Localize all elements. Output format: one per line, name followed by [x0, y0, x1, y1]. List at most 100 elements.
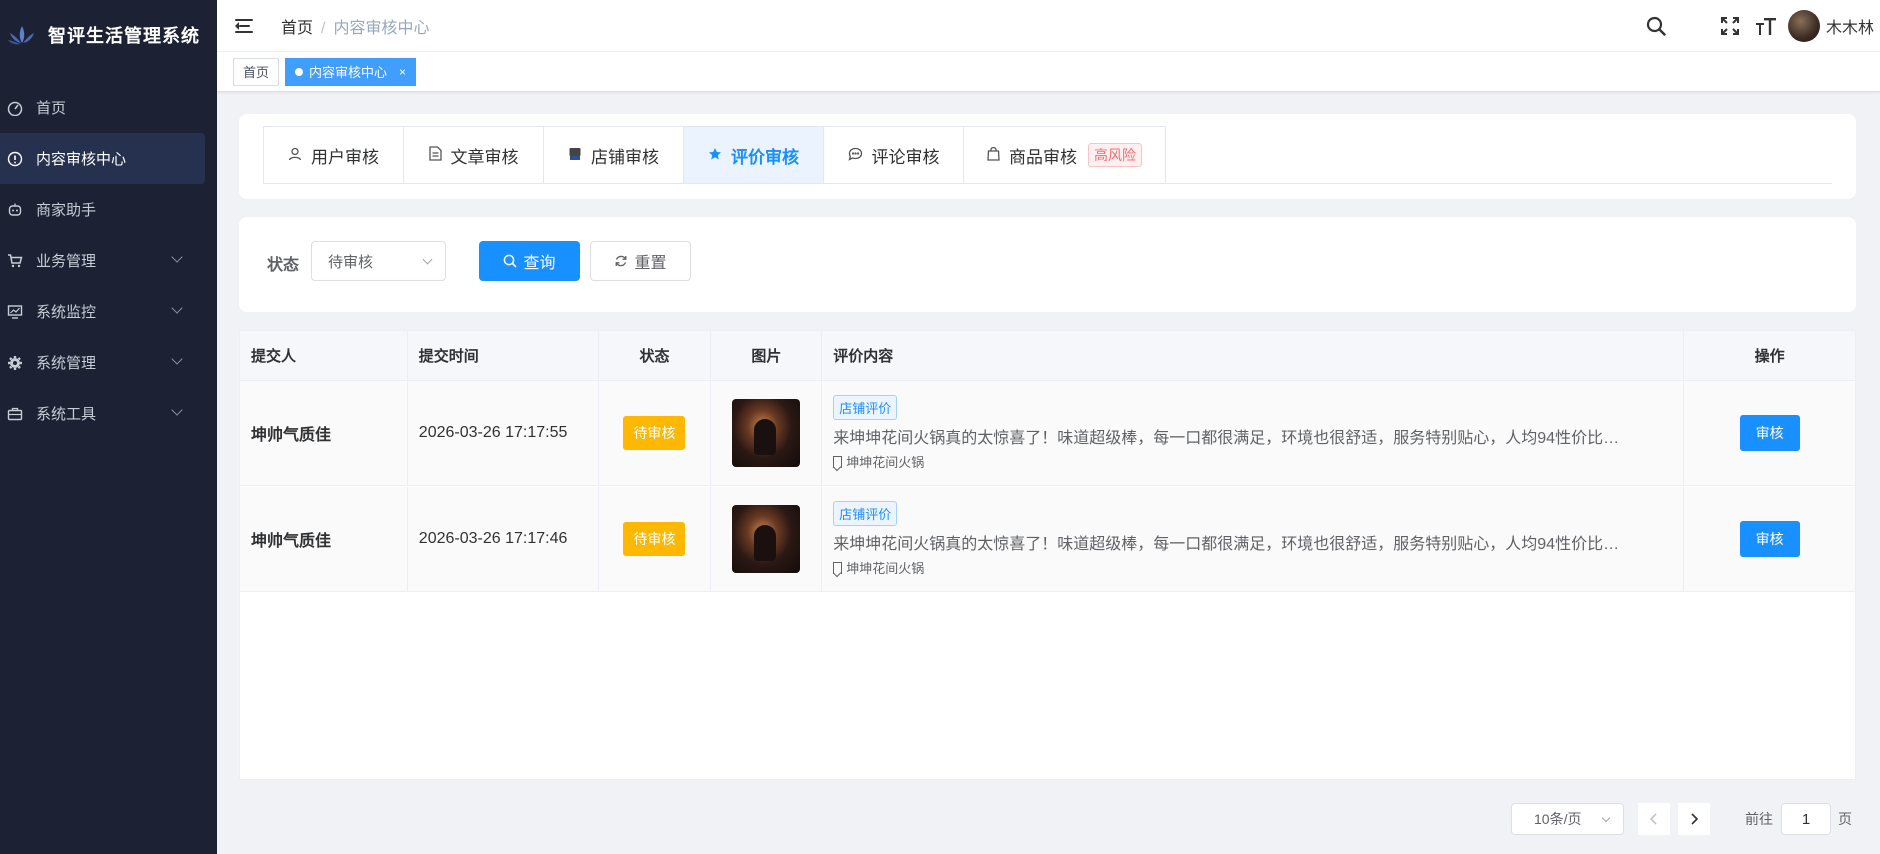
page-size-value: 10条/页: [1534, 811, 1582, 827]
chevron-down-icon: [171, 404, 183, 416]
sidebar-item-label: 系统监控: [36, 304, 97, 321]
review-button[interactable]: 审核: [1739, 415, 1800, 451]
sidebar-item-tools[interactable]: 系统工具: [0, 388, 217, 439]
font-size-icon[interactable]: [1754, 14, 1778, 38]
content-type-tag: 店铺评价: [833, 395, 898, 420]
tab-comment-review[interactable]: 评论审核: [824, 127, 964, 183]
table-row: 坤帅气质佳 2026-03-26 17:17:46 待审核 店铺评价 来坤坤花间…: [240, 487, 1855, 592]
chevron-down-icon: [171, 302, 183, 314]
search-icon: [504, 254, 518, 268]
sidebar-item-label: 首页: [36, 100, 67, 117]
filter-card: 状态 待审核 查询 重置: [239, 217, 1856, 312]
reset-button-label: 重置: [634, 255, 667, 272]
bag-icon: [987, 146, 1000, 164]
query-button[interactable]: 查询: [479, 241, 580, 281]
chevron-left-icon: [1649, 813, 1657, 825]
status-select[interactable]: 待审核: [311, 241, 446, 281]
status-filter-label: 状态: [267, 257, 300, 274]
review-photo-thumbnail[interactable]: [732, 399, 801, 467]
sidebar-item-label: 内容审核中心: [36, 151, 127, 168]
tab-product-review[interactable]: 商品审核 高风险: [964, 127, 1165, 183]
tag-home[interactable]: 首页: [233, 57, 280, 86]
tags-view: 首页 内容审核中心 ×: [217, 52, 1880, 92]
status-badge: 待审核: [623, 522, 686, 556]
table-row: 坤帅气质佳 2026-03-26 17:17:55 待审核 店铺评价 来坤坤花间…: [240, 381, 1855, 486]
page-size-select[interactable]: 10条/页: [1511, 803, 1624, 835]
action-cell: 审核: [1684, 381, 1855, 485]
sidebar-item-label: 业务管理: [36, 253, 97, 270]
top-navbar: 首页 / 内容审核中心 木木林: [217, 0, 1880, 52]
prev-page-button[interactable]: [1638, 803, 1670, 835]
shop-link: 坤坤花间火锅: [833, 558, 924, 577]
sidebar-item-business[interactable]: 业务管理: [0, 235, 217, 286]
sidebar-item-system[interactable]: 系统管理: [0, 337, 217, 388]
review-table: 提交人 提交时间 状态 图片 评价内容 操作 坤帅气质佳 2026-03-26 …: [239, 330, 1856, 780]
username[interactable]: 木木林: [1826, 14, 1874, 38]
content-cell: 店铺评价 来坤坤花间火锅真的太惊喜了！味道超级棒，每一口都很满足，环境也很舒适，…: [822, 381, 1685, 485]
action-cell: 审核: [1684, 487, 1855, 591]
avatar[interactable]: [1787, 10, 1820, 42]
bookmark-icon: [833, 561, 843, 574]
sidebar-item-content-review[interactable]: 内容审核中心: [0, 133, 205, 184]
sidebar-item-monitor[interactable]: 系统监控: [0, 286, 217, 337]
close-icon[interactable]: ×: [399, 65, 406, 79]
goto-suffix: 页: [1838, 811, 1852, 827]
tab-user-review[interactable]: 用户审核: [264, 127, 404, 183]
user-icon: [288, 147, 302, 164]
menu-fold-icon[interactable]: [235, 18, 255, 34]
submitter-cell: 坤帅气质佳: [240, 487, 408, 591]
chat-icon: [847, 147, 863, 164]
column-header: 提交时间: [408, 331, 599, 380]
main-area: 首页 / 内容审核中心 木木林 首页 内容审核中心 × 用户审核 文章审核 店铺…: [217, 0, 1880, 854]
app-title: 智评生活管理系统: [48, 26, 200, 46]
lotus-logo-icon: [8, 26, 34, 45]
status-cell: 待审核: [599, 381, 712, 485]
sidebar-item-home[interactable]: 首页: [0, 82, 217, 133]
submitter-cell: 坤帅气质佳: [240, 381, 408, 485]
column-header: 评价内容: [822, 331, 1685, 380]
tab-label: 文章审核: [450, 147, 519, 167]
bookmark-icon: [833, 455, 843, 468]
next-page-button[interactable]: [1678, 803, 1710, 835]
cart-icon: [4, 253, 26, 269]
logo[interactable]: 智评生活管理系统: [0, 0, 217, 70]
refresh-icon: [616, 255, 627, 267]
active-dot-icon: [295, 67, 304, 76]
breadcrumb: 首页 / 内容审核中心: [281, 14, 429, 38]
reset-button[interactable]: 重置: [590, 241, 691, 281]
time-cell: 2026-03-26 17:17:46: [408, 487, 599, 591]
tab-shop-review[interactable]: 店铺审核: [544, 127, 684, 183]
navbar-right: 木木林: [1644, 0, 1880, 52]
tab-label: 评论审核: [871, 147, 940, 167]
tabs-divider: [263, 183, 1832, 184]
sidebar-menu: 首页 内容审核中心 商家助手 业务管理 系统监控 系统管理 系统工具: [0, 82, 217, 439]
review-tabs-card: 用户审核 文章审核 店铺审核 评价审核 评论审核 商品审核 高风险: [239, 114, 1856, 199]
sidebar: 智评生活管理系统 首页 内容审核中心 商家助手 业务管理 系统监控 系统管理 系…: [0, 0, 217, 854]
review-button[interactable]: 审核: [1739, 521, 1800, 557]
tab-label: 用户审核: [311, 147, 379, 167]
document-icon: [428, 146, 442, 164]
column-header: 提交人: [240, 331, 408, 380]
status-badge: 待审核: [623, 416, 686, 450]
tag-content-review[interactable]: 内容审核中心 ×: [285, 57, 417, 86]
breadcrumb-home[interactable]: 首页: [281, 20, 313, 37]
review-text: 来坤坤花间火锅真的太惊喜了！味道超级棒，每一口都很满足，环境也很舒适，服务特别贴…: [833, 430, 1624, 447]
tab-article-review[interactable]: 文章审核: [404, 127, 544, 183]
image-cell: [711, 381, 823, 485]
column-header: 图片: [711, 331, 823, 380]
star-icon: [708, 147, 722, 164]
review-photo-thumbnail[interactable]: [732, 505, 801, 573]
fullscreen-icon[interactable]: [1718, 14, 1742, 38]
breadcrumb-separator: /: [321, 19, 326, 37]
review-tabs: 用户审核 文章审核 店铺审核 评价审核 评论审核 商品审核 高风险: [263, 126, 1166, 183]
search-icon[interactable]: [1644, 14, 1668, 38]
content-type-tag: 店铺评价: [833, 501, 898, 526]
column-header: 操作: [1754, 348, 1785, 365]
sidebar-item-merchant-assistant[interactable]: 商家助手: [0, 184, 217, 235]
shop-icon: [568, 147, 582, 164]
tab-rating-review[interactable]: 评价审核: [684, 127, 824, 183]
chevron-down-icon: [171, 353, 183, 365]
shop-link: 坤坤花间火锅: [833, 452, 924, 471]
image-cell: [711, 487, 823, 591]
goto-page-input[interactable]: 1: [1781, 803, 1831, 835]
